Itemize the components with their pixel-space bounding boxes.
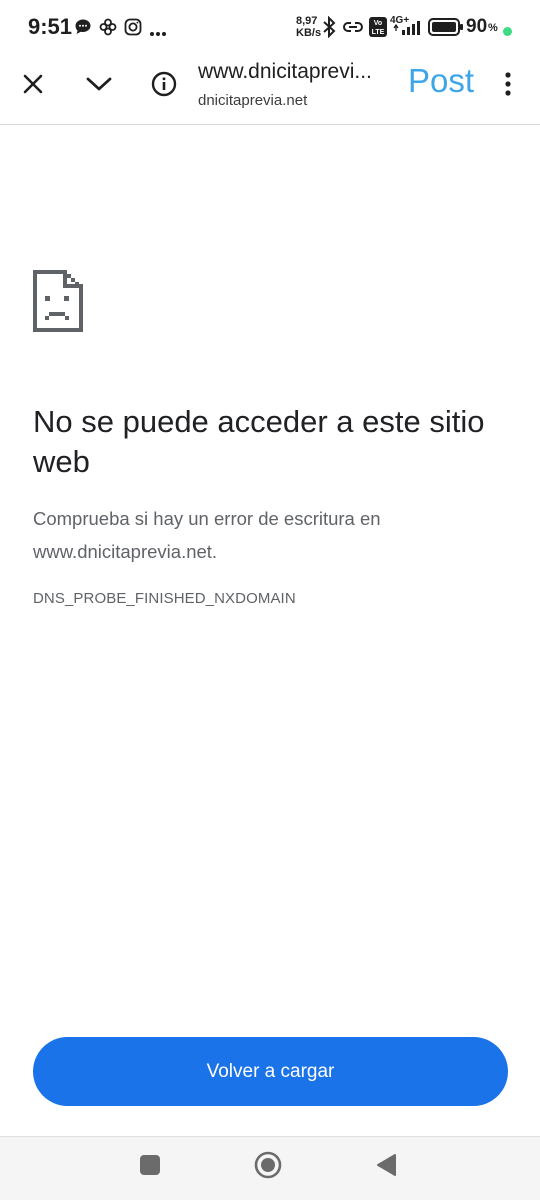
more-options-button[interactable] — [486, 64, 530, 108]
status-bar: 9:51 8,97 KB/s Vo LTE 4G+ 90 % — [0, 0, 540, 54]
recents-square-icon — [139, 1154, 161, 1181]
post-button[interactable]: Post — [408, 62, 474, 100]
close-icon — [22, 73, 44, 100]
volte-icon: Vo LTE — [369, 17, 387, 42]
recents-button[interactable] — [134, 1151, 166, 1183]
screen: 9:51 8,97 KB/s Vo LTE 4G+ 90 % www.dnici… — [0, 0, 540, 1200]
reload-button[interactable]: Volver a cargar — [33, 1037, 508, 1106]
battery-percent-suffix: % — [488, 22, 498, 34]
back-button[interactable] — [370, 1151, 402, 1183]
error-title: No se puede acceder a este sitio web — [33, 404, 485, 479]
status-time: 9:51 — [28, 14, 73, 39]
custom-tab-toolbar: www.dnicitaprevi... dnicitaprevia.net Po… — [0, 54, 540, 125]
minimize-button[interactable] — [77, 64, 121, 108]
more-dots-icon — [149, 24, 167, 42]
dot-icon — [503, 23, 512, 41]
bluetooth-icon — [322, 15, 336, 43]
back-triangle-icon — [375, 1153, 397, 1182]
url-title[interactable]: www.dnicitaprevi... — [198, 60, 392, 84]
pinwheel-icon — [99, 18, 117, 41]
error-code[interactable]: DNS_PROBE_FINISHED_NXDOMAIN — [33, 590, 296, 607]
battery-percent: 90 — [466, 16, 488, 37]
net-speed-unit: KB/s — [296, 27, 322, 39]
system-nav-bar — [0, 1136, 540, 1200]
signal-icon — [392, 20, 422, 41]
chevron-down-icon — [86, 76, 112, 97]
error-description: Comprueba si hay un error de escritura e… — [33, 508, 381, 562]
chat-bubble-icon — [74, 18, 92, 41]
url-domain[interactable]: dnicitaprevia.net — [198, 92, 307, 109]
close-button[interactable] — [11, 64, 55, 108]
home-circle-icon — [254, 1151, 282, 1184]
battery-icon — [428, 18, 464, 41]
link-icon — [342, 19, 364, 40]
svg-text:LTE: LTE — [372, 29, 385, 36]
svg-text:Vo: Vo — [374, 20, 382, 27]
more-vert-icon — [505, 71, 511, 101]
info-icon — [151, 71, 177, 102]
home-button[interactable] — [252, 1151, 284, 1183]
instagram-icon — [124, 18, 142, 41]
net-speed-value: 8,97 — [296, 15, 318, 27]
sad-document-icon — [33, 270, 83, 337]
site-info-button[interactable] — [142, 64, 186, 108]
